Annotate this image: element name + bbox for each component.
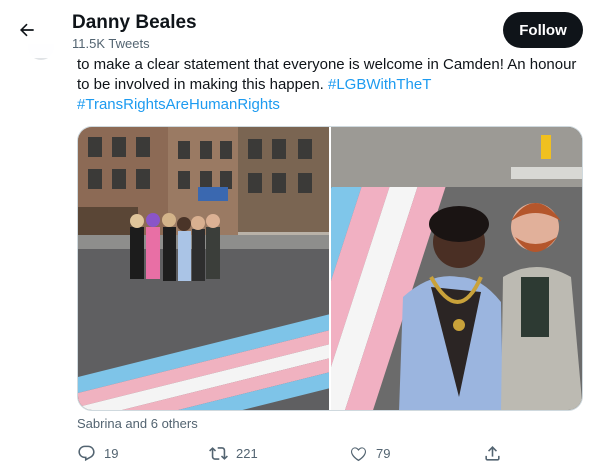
share-icon (485, 446, 500, 461)
tweet-text: to make a clear statement that everyone … (77, 55, 587, 115)
reply-count: 19 (104, 446, 119, 461)
retweet-button[interactable]: 221 (209, 444, 258, 463)
profile-title-block: Danny Beales 11.5K Tweets (72, 11, 197, 52)
profile-name: Danny Beales (72, 12, 197, 33)
tweet-count: 11.5K Tweets (72, 36, 150, 51)
photo-icon (331, 127, 582, 410)
tweet-text-line: #TransRightsAreHumanRights (77, 95, 587, 115)
reply-icon (78, 445, 95, 462)
tweet-actions: 19 221 79 (77, 444, 517, 466)
tweet-text-line: to make a clear statement that everyone … (77, 56, 577, 73)
tweet-media (77, 126, 583, 411)
retweet-count: 221 (236, 446, 258, 461)
like-count: 79 (376, 446, 391, 461)
back-button[interactable] (12, 15, 42, 45)
share-button[interactable] (483, 444, 502, 463)
profile-header: Danny Beales 11.5K Tweets Follow (0, 0, 598, 58)
tweet-text-line: to be involved in making this happen. #L… (77, 75, 587, 95)
media-photo-portrait[interactable] (331, 127, 582, 410)
like-button[interactable]: 79 (349, 444, 390, 463)
hashtag-link[interactable]: #TransRightsAreHumanRights (77, 96, 280, 113)
retweet-icon (209, 447, 228, 460)
hashtag-link[interactable]: #LGBWithTheT (328, 76, 431, 93)
follow-button[interactable]: Follow (503, 12, 583, 48)
photo-icon (78, 127, 329, 410)
arrow-left-icon (20, 23, 34, 37)
liked-by-text[interactable]: Sabrina and 6 others (77, 416, 198, 431)
media-photo-crossing[interactable] (78, 127, 329, 410)
tweet-text-fragment: to be involved in making this happen. (77, 76, 324, 93)
heart-icon (350, 447, 367, 462)
reply-button[interactable]: 19 (77, 444, 118, 463)
